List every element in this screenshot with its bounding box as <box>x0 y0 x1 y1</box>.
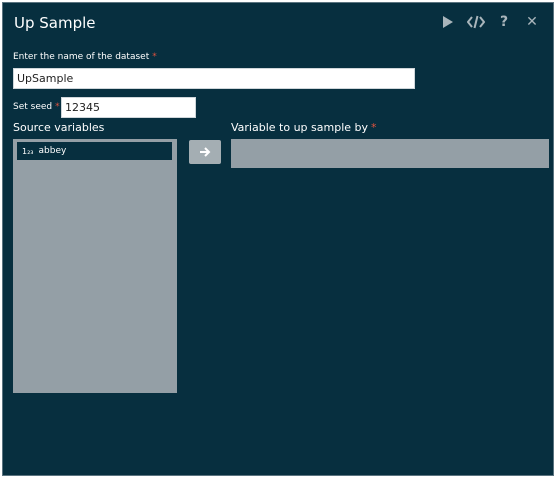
variable-name: abbey <box>38 146 67 156</box>
list-item[interactable]: 1₂₃ abbey <box>17 142 172 160</box>
dialog-toolbar: ? ✕ <box>439 12 541 32</box>
arrow-right-icon <box>200 147 211 157</box>
dataset-name-label: Enter the name of the dataset * <box>13 52 157 62</box>
dataset-name-label-text: Enter the name of the dataset <box>13 52 150 62</box>
dialog-title: Up Sample <box>14 14 96 32</box>
target-variable-label-text: Variable to up sample by <box>231 121 369 134</box>
numeric-type-icon: 1₂₃ <box>22 146 34 156</box>
source-variables-list[interactable]: 1₂₃ abbey <box>13 139 177 393</box>
play-icon[interactable] <box>439 12 457 32</box>
code-icon[interactable] <box>467 12 485 32</box>
close-icon[interactable]: ✕ <box>523 12 541 32</box>
required-mark: * <box>152 52 157 62</box>
help-icon[interactable]: ? <box>495 12 513 32</box>
target-variable-label: Variable to up sample by * <box>231 121 377 134</box>
seed-label: Set seed * <box>13 102 60 112</box>
required-mark: * <box>55 102 60 112</box>
seed-label-text: Set seed <box>13 102 53 112</box>
target-variable-box[interactable] <box>231 139 549 168</box>
up-sample-dialog: Up Sample ? ✕ Enter the name of the data… <box>2 2 554 476</box>
source-variables-label: Source variables <box>13 121 105 134</box>
required-mark: * <box>371 121 377 134</box>
move-to-target-button[interactable] <box>189 140 221 164</box>
seed-input[interactable] <box>61 97 196 118</box>
dataset-name-input[interactable] <box>13 68 415 89</box>
